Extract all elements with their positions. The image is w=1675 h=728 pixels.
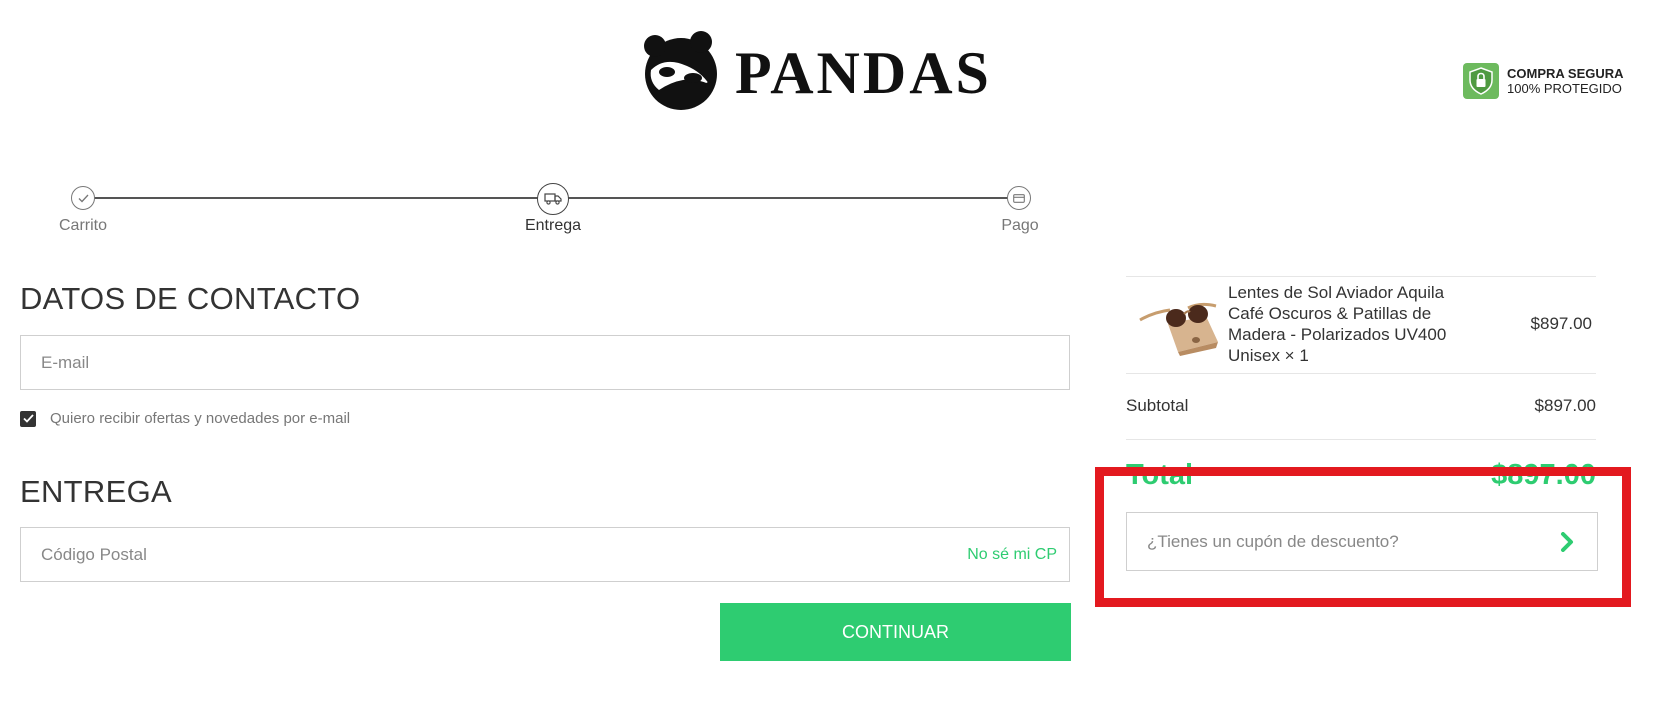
summary-divider [1126,439,1596,440]
step-label-pago: Pago [1001,217,1039,234]
product-thumbnail [1134,292,1222,358]
card-icon [1013,193,1025,203]
newsletter-label: Quiero recibir ofertas y novedades por e… [50,410,351,427]
postal-code-input[interactable] [21,528,1069,581]
postal-code-field-wrapper: No sé mi CP [20,527,1070,582]
step-label-carrito[interactable]: Carrito [59,217,107,235]
newsletter-checkbox[interactable] [20,410,36,427]
coupon-placeholder: ¿Tienes un cupón de descuento? [1147,531,1399,551]
secure-badge-line1: COMPRA SEGURA [1507,66,1624,81]
total-value: $897.00 [1491,459,1596,491]
email-input[interactable] [21,336,1069,389]
step-connector [568,197,1013,199]
chevron-right-icon[interactable] [1557,531,1577,553]
product-price: $897.00 [1530,314,1592,333]
email-field-wrapper [20,335,1070,390]
continue-button[interactable]: CONTINUAR [720,603,1071,661]
brand-name: PANDAS [735,40,992,106]
checkmark-icon [22,414,34,423]
coupon-toggle[interactable]: ¿Tienes un cupón de descuento? [1126,512,1598,571]
contact-section-title: DATOS DE CONTACTO [20,281,361,316]
step-pago [1007,186,1031,210]
summary-divider [1126,276,1596,277]
total-label: Total [1126,459,1194,491]
dont-know-cp-link[interactable]: No sé mi CP [967,546,1057,564]
step-connector [94,197,538,199]
secure-badge-line2: 100% PROTEGIDO [1507,81,1622,96]
step-entrega [537,183,569,215]
subtotal-value: $897.00 [1534,396,1596,415]
shield-lock-icon [1463,63,1499,99]
step-label-entrega: Entrega [524,217,582,234]
product-name: Lentes de Sol Aviador Aquila Café Oscuro… [1228,283,1447,365]
step-carrito[interactable] [71,186,95,210]
subtotal-label: Subtotal [1126,396,1189,415]
check-icon [78,194,88,202]
delivery-section-title: ENTREGA [20,474,172,509]
secure-purchase-badge: COMPRA SEGURA 100% PROTEGIDO [1463,63,1624,99]
truck-icon [544,193,562,205]
summary-divider [1126,373,1596,374]
panda-logo-icon [644,31,717,110]
brand-logo[interactable]: PANDAS [635,30,1015,116]
newsletter-option[interactable]: Quiero recibir ofertas y novedades por e… [20,410,350,427]
